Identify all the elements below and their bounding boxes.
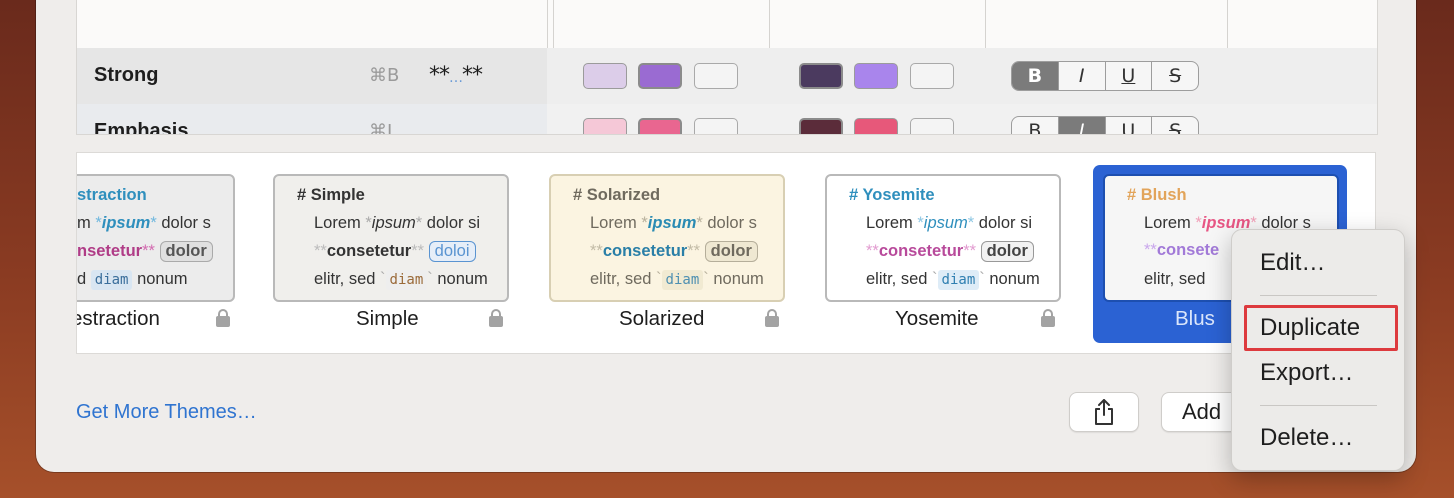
theme-simple[interactable]: # Simple Lorem *ipsum* dolor si **conset… [273, 153, 513, 353]
dark-extra-color-swatch[interactable] [910, 118, 954, 134]
preview-line-2: **consetetur** dolor [866, 241, 1034, 262]
add-button-label: Add [1182, 399, 1222, 424]
theme-preview-card[interactable]: # Solarized Lorem *ipsum* dolor s **cons… [549, 174, 785, 302]
theme-name: Blus [1175, 307, 1215, 330]
style-row-emphasis[interactable]: Emphasis ⌘I B I U S [77, 104, 1377, 135]
theme-name: estraction [76, 307, 160, 330]
menu-separator [1260, 295, 1377, 296]
themes-preferences-window: Strong ⌘B **…** B I U S Emphasis ⌘I B I … [36, 0, 1416, 472]
preview-header: # Blush [1127, 186, 1187, 204]
theme-abstraction[interactable]: straction m *ipsum* dolor s nsetetur** d… [76, 153, 277, 353]
highlight-box [1244, 305, 1398, 351]
preview-line-1: Lorem *ipsum* dolor si [314, 214, 480, 232]
preview-line-2: nsetetur** dolor [77, 241, 213, 262]
get-more-themes-link[interactable]: Get More Themes… [76, 401, 257, 424]
light-extra-color-swatch[interactable] [694, 63, 738, 89]
light-background-color-swatch[interactable] [638, 118, 682, 134]
style-shortcut: ⌘I [369, 121, 393, 135]
dark-background-color-swatch[interactable] [854, 118, 898, 134]
lock-icon [765, 309, 779, 327]
dark-text-color-swatch[interactable] [799, 63, 843, 89]
preview-line-3: d diam nonum [77, 270, 188, 290]
menu-separator [1260, 405, 1377, 406]
style-syntax: **…** [429, 63, 483, 88]
dark-background-color-swatch[interactable] [854, 63, 898, 89]
preview-line-1: Lorem *ipsum* dolor si [866, 214, 1032, 232]
styles-table: Strong ⌘B **…** B I U S Emphasis ⌘I B I … [76, 0, 1378, 135]
preview-line-3: elitr, sed ` diam ` nonum [866, 270, 1040, 290]
style-name: Strong [94, 64, 159, 86]
theme-preview-card[interactable]: straction m *ipsum* dolor s nsetetur** d… [77, 174, 235, 302]
style-name: Emphasis [94, 120, 189, 135]
preview-line-3: elitr, sed [1144, 270, 1206, 288]
underline-toggle[interactable]: U [1106, 117, 1153, 134]
strikethrough-toggle[interactable]: S [1152, 62, 1198, 90]
menu-item-delete[interactable]: Delete… [1260, 424, 1353, 452]
theme-preview-card[interactable]: # Simple Lorem *ipsum* dolor si **conset… [273, 174, 509, 302]
share-icon [1095, 399, 1113, 425]
lock-icon [1041, 309, 1055, 327]
theme-preview-card[interactable]: # Yosemite Lorem *ipsum* dolor si **cons… [825, 174, 1061, 302]
lock-icon [489, 309, 503, 327]
italic-toggle[interactable]: I [1059, 62, 1106, 90]
bold-toggle[interactable]: B [1012, 117, 1059, 134]
preview-header: # Yosemite [849, 186, 935, 204]
theme-yosemite[interactable]: # Yosemite Lorem *ipsum* dolor si **cons… [825, 153, 1065, 353]
format-toggle-group: B I U S [1011, 116, 1199, 134]
style-row-strong[interactable]: Strong ⌘B **…** B I U S [77, 48, 1377, 104]
preview-line-3: elitr, sed ` diam ` nonum [590, 270, 764, 290]
theme-gallery: straction m *ipsum* dolor s nsetetur** d… [76, 152, 1376, 354]
theme-name: Solarized [619, 307, 705, 330]
share-button[interactable] [1069, 392, 1139, 432]
theme-name: Simple [356, 307, 419, 330]
preview-line-1: Lorem *ipsum* dolor s [590, 214, 757, 232]
preview-line-3: elitr, sed ` diam ` nonum [314, 270, 488, 290]
lock-icon [216, 309, 230, 327]
preview-header: # Simple [297, 186, 365, 204]
theme-name: Yosemite [895, 307, 979, 330]
underline-toggle[interactable]: U [1106, 62, 1153, 90]
preview-header: straction [77, 186, 147, 204]
strikethrough-toggle[interactable]: S [1152, 117, 1198, 134]
menu-item-edit[interactable]: Edit… [1260, 249, 1325, 277]
menu-item-export[interactable]: Export… [1260, 359, 1353, 387]
syntax-suffix: ** [462, 63, 483, 88]
preview-line-2: **consetetur** doloi [314, 241, 476, 262]
syntax-placeholder: … [449, 70, 463, 86]
theme-solarized[interactable]: # Solarized Lorem *ipsum* dolor s **cons… [549, 153, 789, 353]
preview-line-2: **consetetur** dolor [590, 241, 758, 262]
light-text-color-swatch[interactable] [583, 63, 627, 89]
light-extra-color-swatch[interactable] [694, 118, 738, 134]
preview-line-1: m *ipsum* dolor s [77, 214, 211, 232]
style-shortcut: ⌘B [369, 65, 400, 86]
dark-extra-color-swatch[interactable] [910, 63, 954, 89]
format-toggle-group: B I U S [1011, 61, 1199, 91]
preview-line-2: **consete [1144, 241, 1220, 259]
light-text-color-swatch[interactable] [583, 118, 627, 134]
dark-text-color-swatch[interactable] [799, 118, 843, 134]
syntax-prefix: ** [429, 63, 450, 88]
italic-toggle[interactable]: I [1058, 117, 1106, 134]
bold-toggle[interactable]: B [1012, 62, 1059, 90]
light-background-color-swatch[interactable] [638, 63, 682, 89]
preview-header: # Solarized [573, 186, 661, 204]
